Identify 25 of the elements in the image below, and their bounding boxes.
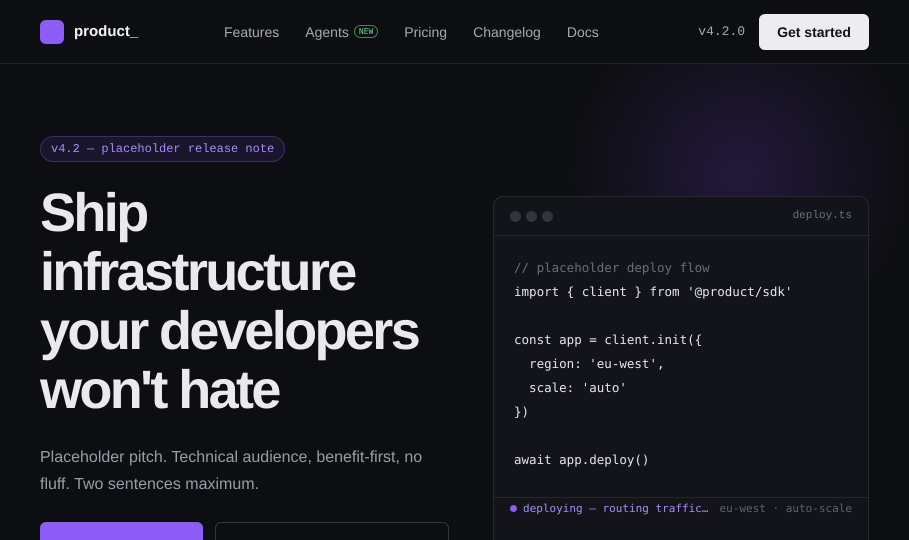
hero-headline: Ship infrastructure your developers won't hate [40, 184, 420, 420]
code-line: await app.deploy() [514, 451, 650, 469]
version-label: v4.2.0 [698, 24, 746, 39]
release-note-pill[interactable]: v4.2 — placeholder release note [40, 136, 286, 162]
nav-link[interactable]: Changelog [473, 24, 541, 40]
code-comment: // placeholder deploy flow [514, 259, 711, 277]
nav-link[interactable]: Features [224, 24, 280, 40]
nav-link[interactable]: Agents [305, 24, 349, 40]
nav-link[interactable]: Docs [566, 24, 599, 40]
code-line: const app = client.init({ [514, 331, 704, 349]
window-dots-icon [510, 210, 553, 222]
code-line: region: 'eu-west', [528, 355, 666, 373]
code-line: import { client } from '@product/sdk' [514, 283, 794, 301]
logo-square-icon [40, 20, 64, 44]
status-dot-icon [510, 505, 517, 512]
brand-name[interactable]: product_ [74, 23, 138, 40]
hero-pitch: Placeholder pitch. Technical audience, benefit-first, no fluff. Two sentences maximum. [40, 448, 424, 495]
new-badge: NEW [354, 25, 378, 38]
nav-link[interactable]: Pricing [404, 24, 448, 40]
file-name: deploy.ts [792, 210, 852, 222]
code-line: scale: 'auto' [528, 379, 628, 397]
get-started-button[interactable]: Get started [759, 14, 869, 50]
code-line: }) [514, 403, 530, 421]
deploy-status: deploying — routing traffic… [523, 502, 708, 515]
deploy-meta: eu-west · auto-scale [720, 502, 852, 515]
